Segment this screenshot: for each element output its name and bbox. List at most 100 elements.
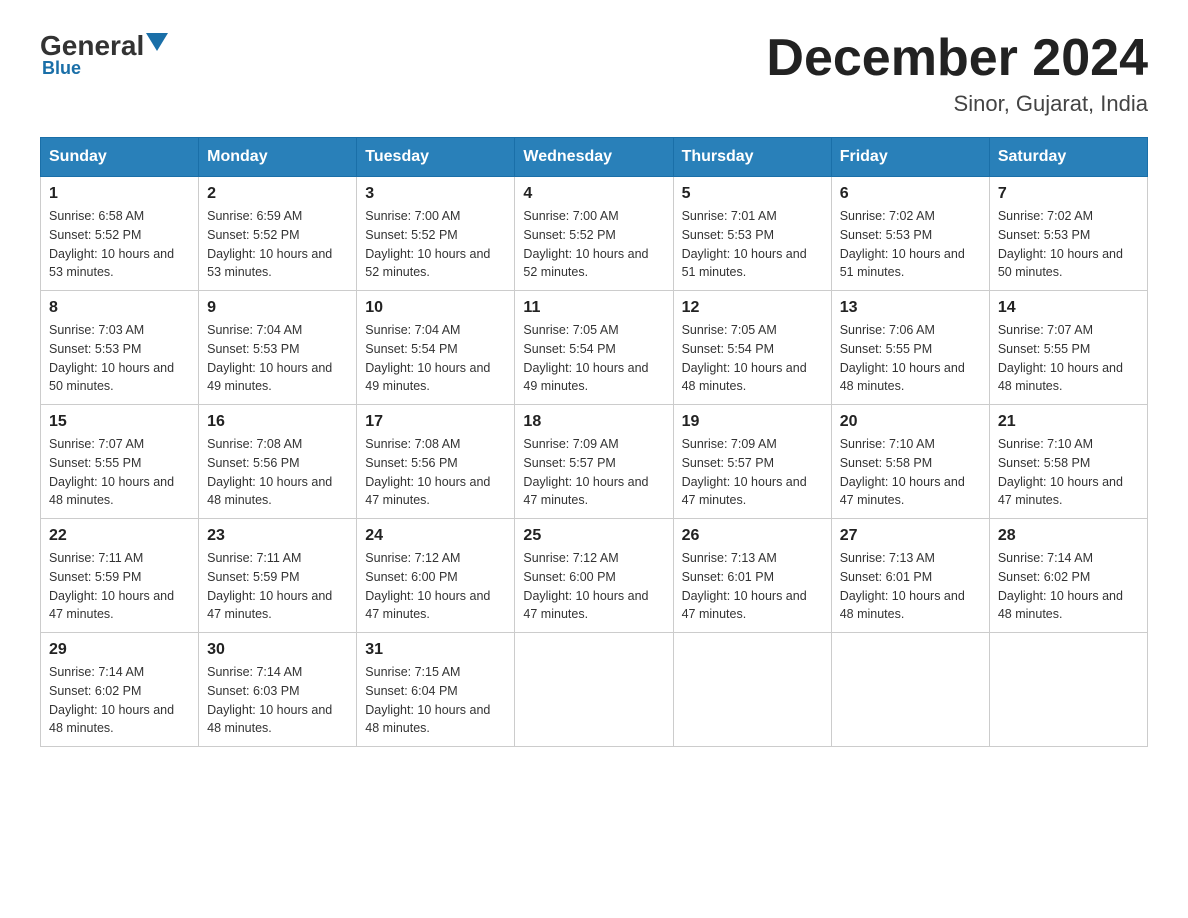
calendar-cell: 29 Sunrise: 7:14 AMSunset: 6:02 PMDaylig… [41,633,199,747]
logo: General Blue [40,30,168,79]
day-info: Sunrise: 7:08 AMSunset: 5:56 PMDaylight:… [365,435,506,510]
day-number: 5 [682,185,823,203]
calendar-cell: 28 Sunrise: 7:14 AMSunset: 6:02 PMDaylig… [989,519,1147,633]
day-info: Sunrise: 7:04 AMSunset: 5:54 PMDaylight:… [365,321,506,396]
day-info: Sunrise: 7:01 AMSunset: 5:53 PMDaylight:… [682,207,823,282]
day-info: Sunrise: 7:09 AMSunset: 5:57 PMDaylight:… [523,435,664,510]
day-header-saturday: Saturday [989,138,1147,177]
calendar-cell: 17 Sunrise: 7:08 AMSunset: 5:56 PMDaylig… [357,405,515,519]
day-info: Sunrise: 7:08 AMSunset: 5:56 PMDaylight:… [207,435,348,510]
day-info: Sunrise: 7:02 AMSunset: 5:53 PMDaylight:… [840,207,981,282]
calendar-cell: 31 Sunrise: 7:15 AMSunset: 6:04 PMDaylig… [357,633,515,747]
calendar-cell: 11 Sunrise: 7:05 AMSunset: 5:54 PMDaylig… [515,291,673,405]
calendar-cell: 16 Sunrise: 7:08 AMSunset: 5:56 PMDaylig… [199,405,357,519]
day-info: Sunrise: 7:14 AMSunset: 6:02 PMDaylight:… [998,549,1139,624]
calendar-cell: 5 Sunrise: 7:01 AMSunset: 5:53 PMDayligh… [673,177,831,291]
day-header-wednesday: Wednesday [515,138,673,177]
day-number: 11 [523,299,664,317]
day-number: 22 [49,527,190,545]
day-number: 1 [49,185,190,203]
day-info: Sunrise: 7:11 AMSunset: 5:59 PMDaylight:… [207,549,348,624]
day-number: 16 [207,413,348,431]
day-number: 15 [49,413,190,431]
day-info: Sunrise: 7:10 AMSunset: 5:58 PMDaylight:… [998,435,1139,510]
day-number: 10 [365,299,506,317]
calendar-cell [515,633,673,747]
calendar-cell: 1 Sunrise: 6:58 AMSunset: 5:52 PMDayligh… [41,177,199,291]
day-number: 23 [207,527,348,545]
day-info: Sunrise: 7:11 AMSunset: 5:59 PMDaylight:… [49,549,190,624]
calendar-week-row: 22 Sunrise: 7:11 AMSunset: 5:59 PMDaylig… [41,519,1148,633]
day-number: 7 [998,185,1139,203]
day-info: Sunrise: 7:12 AMSunset: 6:00 PMDaylight:… [523,549,664,624]
title-block: December 2024 Sinor, Gujarat, India [766,30,1148,117]
day-info: Sunrise: 7:13 AMSunset: 6:01 PMDaylight:… [840,549,981,624]
calendar-cell: 26 Sunrise: 7:13 AMSunset: 6:01 PMDaylig… [673,519,831,633]
calendar-cell: 8 Sunrise: 7:03 AMSunset: 5:53 PMDayligh… [41,291,199,405]
calendar-cell [831,633,989,747]
page-header: General Blue December 2024 Sinor, Gujara… [40,30,1148,117]
calendar-cell: 6 Sunrise: 7:02 AMSunset: 5:53 PMDayligh… [831,177,989,291]
day-info: Sunrise: 7:00 AMSunset: 5:52 PMDaylight:… [523,207,664,282]
day-number: 9 [207,299,348,317]
calendar-week-row: 15 Sunrise: 7:07 AMSunset: 5:55 PMDaylig… [41,405,1148,519]
day-header-thursday: Thursday [673,138,831,177]
day-number: 20 [840,413,981,431]
calendar-cell: 21 Sunrise: 7:10 AMSunset: 5:58 PMDaylig… [989,405,1147,519]
day-info: Sunrise: 7:10 AMSunset: 5:58 PMDaylight:… [840,435,981,510]
day-info: Sunrise: 7:05 AMSunset: 5:54 PMDaylight:… [523,321,664,396]
calendar-cell: 23 Sunrise: 7:11 AMSunset: 5:59 PMDaylig… [199,519,357,633]
day-info: Sunrise: 6:59 AMSunset: 5:52 PMDaylight:… [207,207,348,282]
day-info: Sunrise: 7:07 AMSunset: 5:55 PMDaylight:… [998,321,1139,396]
day-number: 30 [207,641,348,659]
calendar-cell: 19 Sunrise: 7:09 AMSunset: 5:57 PMDaylig… [673,405,831,519]
day-info: Sunrise: 7:09 AMSunset: 5:57 PMDaylight:… [682,435,823,510]
day-header-friday: Friday [831,138,989,177]
day-number: 14 [998,299,1139,317]
day-info: Sunrise: 7:04 AMSunset: 5:53 PMDaylight:… [207,321,348,396]
day-number: 21 [998,413,1139,431]
day-number: 8 [49,299,190,317]
day-number: 19 [682,413,823,431]
day-header-monday: Monday [199,138,357,177]
calendar-cell: 14 Sunrise: 7:07 AMSunset: 5:55 PMDaylig… [989,291,1147,405]
day-number: 31 [365,641,506,659]
day-number: 29 [49,641,190,659]
calendar-cell: 18 Sunrise: 7:09 AMSunset: 5:57 PMDaylig… [515,405,673,519]
calendar-cell: 15 Sunrise: 7:07 AMSunset: 5:55 PMDaylig… [41,405,199,519]
day-number: 28 [998,527,1139,545]
calendar-header-row: SundayMondayTuesdayWednesdayThursdayFrid… [41,138,1148,177]
calendar-week-row: 8 Sunrise: 7:03 AMSunset: 5:53 PMDayligh… [41,291,1148,405]
calendar-cell [673,633,831,747]
day-number: 2 [207,185,348,203]
day-header-tuesday: Tuesday [357,138,515,177]
day-info: Sunrise: 7:06 AMSunset: 5:55 PMDaylight:… [840,321,981,396]
calendar-cell: 13 Sunrise: 7:06 AMSunset: 5:55 PMDaylig… [831,291,989,405]
location: Sinor, Gujarat, India [766,91,1148,117]
calendar-cell: 7 Sunrise: 7:02 AMSunset: 5:53 PMDayligh… [989,177,1147,291]
day-info: Sunrise: 7:14 AMSunset: 6:03 PMDaylight:… [207,663,348,738]
day-number: 26 [682,527,823,545]
calendar-cell: 2 Sunrise: 6:59 AMSunset: 5:52 PMDayligh… [199,177,357,291]
day-header-sunday: Sunday [41,138,199,177]
calendar-cell: 27 Sunrise: 7:13 AMSunset: 6:01 PMDaylig… [831,519,989,633]
day-info: Sunrise: 7:14 AMSunset: 6:02 PMDaylight:… [49,663,190,738]
day-number: 24 [365,527,506,545]
calendar-week-row: 1 Sunrise: 6:58 AMSunset: 5:52 PMDayligh… [41,177,1148,291]
day-number: 18 [523,413,664,431]
day-number: 13 [840,299,981,317]
calendar-cell: 25 Sunrise: 7:12 AMSunset: 6:00 PMDaylig… [515,519,673,633]
day-number: 6 [840,185,981,203]
day-number: 27 [840,527,981,545]
calendar-week-row: 29 Sunrise: 7:14 AMSunset: 6:02 PMDaylig… [41,633,1148,747]
day-info: Sunrise: 6:58 AMSunset: 5:52 PMDaylight:… [49,207,190,282]
day-info: Sunrise: 7:07 AMSunset: 5:55 PMDaylight:… [49,435,190,510]
calendar-cell: 20 Sunrise: 7:10 AMSunset: 5:58 PMDaylig… [831,405,989,519]
day-info: Sunrise: 7:02 AMSunset: 5:53 PMDaylight:… [998,207,1139,282]
logo-triangle-icon [146,33,168,55]
calendar-cell: 22 Sunrise: 7:11 AMSunset: 5:59 PMDaylig… [41,519,199,633]
day-number: 25 [523,527,664,545]
calendar-cell: 24 Sunrise: 7:12 AMSunset: 6:00 PMDaylig… [357,519,515,633]
day-info: Sunrise: 7:05 AMSunset: 5:54 PMDaylight:… [682,321,823,396]
day-number: 12 [682,299,823,317]
